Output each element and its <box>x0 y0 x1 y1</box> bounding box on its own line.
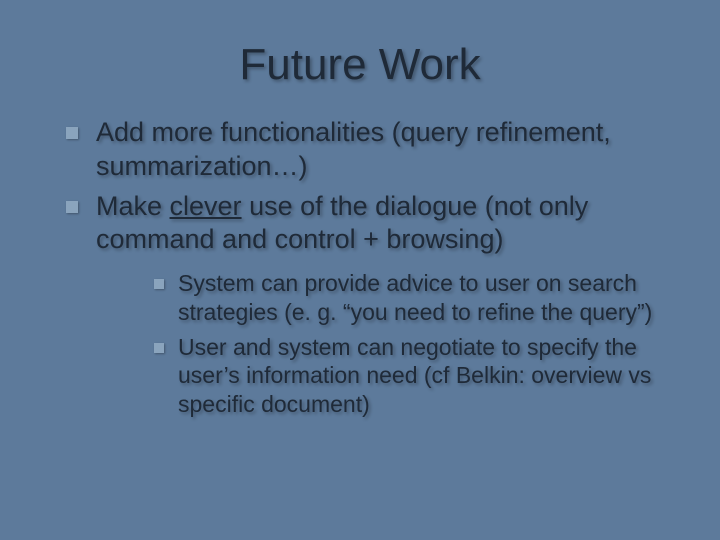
bullet-list-level1: Add more functionalities (query refineme… <box>60 116 670 419</box>
bullet-text-pre: Make <box>96 191 170 221</box>
bullet-item: Add more functionalities (query refineme… <box>60 116 670 184</box>
bullet-item: Make clever use of the dialogue (not onl… <box>60 190 670 419</box>
sub-bullet-item: User and system can negotiate to specify… <box>150 333 670 419</box>
sub-bullet-text: System can provide advice to user on sea… <box>178 270 652 325</box>
sub-bullet-item: System can provide advice to user on sea… <box>150 269 670 327</box>
bullet-text-emphasis: clever <box>170 191 242 221</box>
bullet-text: Add more functionalities (query refineme… <box>96 117 611 181</box>
bullet-list-level2: System can provide advice to user on sea… <box>150 269 670 419</box>
slide-title: Future Work <box>50 40 670 90</box>
sub-bullet-text: User and system can negotiate to specify… <box>178 334 651 418</box>
slide: Future Work Add more functionalities (qu… <box>0 0 720 540</box>
